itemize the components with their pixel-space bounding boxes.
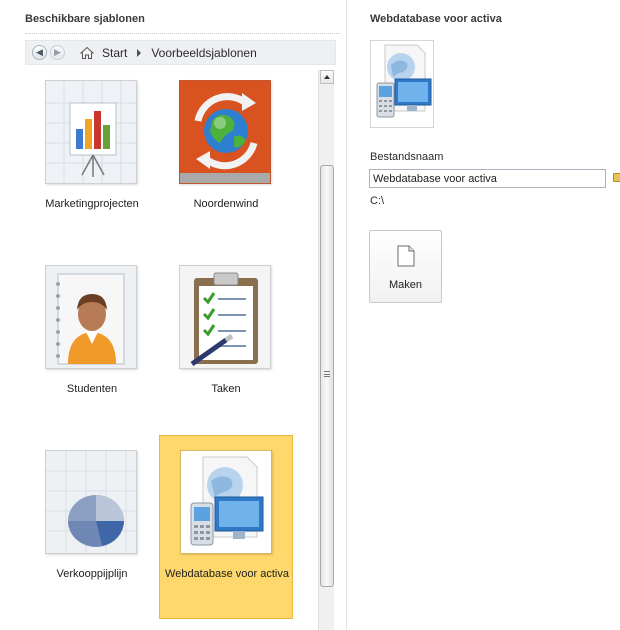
breadcrumb-home[interactable]: Start [102,46,127,60]
template-details-panel: Webdatabase voor activa Bestandsnaam C:\ [347,0,620,630]
pie-chart-icon [45,450,137,554]
template-tile-webdatabase-voor-activa[interactable]: Webdatabase voor activa [159,435,293,619]
student-person-icon [45,265,137,369]
presentation-chart-icon [45,80,137,184]
folder-icon[interactable] [613,173,620,182]
grip-icon [324,371,330,377]
back-button[interactable]: ◀ [32,45,47,60]
template-tile-studenten[interactable]: Studenten [25,255,159,438]
filename-label: Bestandsnaam [370,151,444,163]
web-database-devices-icon [370,40,434,128]
template-tile-marketingprojecten[interactable]: Marketingprojecten [25,70,159,253]
available-templates-title: Beschikbare sjablonen [25,13,145,25]
scroll-up-button[interactable] [320,70,334,84]
arrow-left-icon: ◀ [36,47,43,57]
selected-template-title: Webdatabase voor activa [370,13,502,25]
globe-arrows-icon [179,80,271,184]
template-label: Webdatabase voor activa [165,568,289,580]
clipboard-checklist-icon [179,265,271,369]
template-tile-taken[interactable]: Taken [159,255,293,438]
save-path: C:\ [370,195,385,207]
create-button-label: Maken [388,279,423,291]
template-label: Noordenwind [193,198,259,210]
breadcrumb-current[interactable]: Voorbeeldsjablonen [151,46,256,60]
document-icon [397,245,415,267]
breadcrumb: ◀ ▶ Start Voorbeeldsjablonen [25,40,336,65]
available-templates-panel: Beschikbare sjablonen ◀ ▶ Start Voorbeel… [0,0,346,630]
template-grid: Marketingprojecten Noordenwind Studenten… [25,70,317,630]
home-icon[interactable] [80,46,94,60]
template-scrollbar[interactable] [318,70,334,630]
web-database-devices-icon [180,450,272,554]
template-label: Taken [211,383,241,395]
template-label: Marketingprojecten [45,198,139,210]
title-separator [25,33,341,34]
filename-input[interactable] [369,169,606,188]
template-label: Verkooppijplijn [56,568,128,580]
template-tile-noordenwind[interactable]: Noordenwind [159,70,293,253]
forward-button[interactable]: ▶ [50,45,65,60]
arrow-right-icon: ▶ [54,47,61,57]
template-label: Studenten [66,383,118,395]
scroll-thumb[interactable] [320,165,334,587]
create-button[interactable]: Maken [369,230,442,303]
breadcrumb-chevron-icon[interactable] [137,48,142,57]
template-tile-verkooppijplijn[interactable]: Verkooppijplijn [25,440,159,623]
